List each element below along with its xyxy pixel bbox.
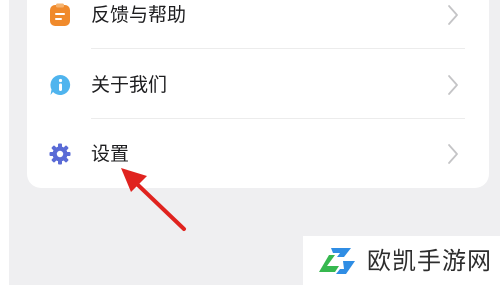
watermark: 欧凯手游网 bbox=[303, 236, 500, 285]
watermark-text: 欧凯手游网 bbox=[367, 247, 492, 275]
watermark-logo-icon bbox=[319, 248, 355, 274]
